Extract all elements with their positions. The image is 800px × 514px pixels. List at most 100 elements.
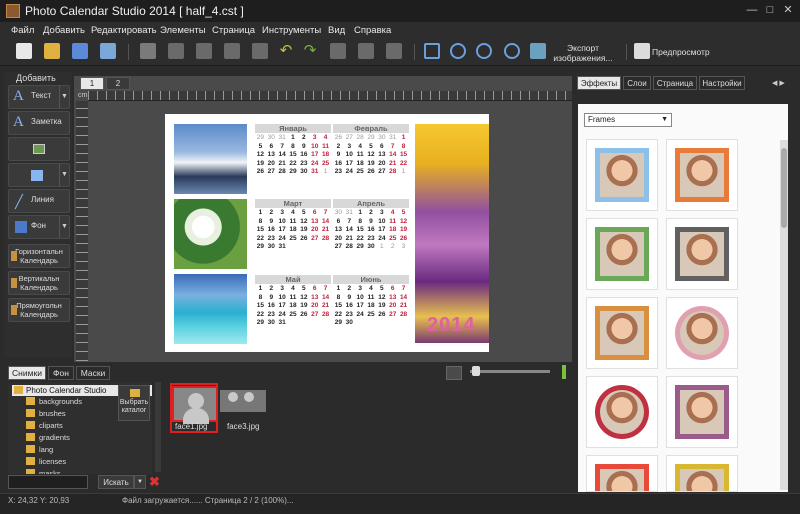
- export-image-button[interactable]: Экспорт изображения...: [548, 43, 618, 63]
- add-text-button[interactable]: A Текст ▼: [8, 85, 70, 109]
- year-label[interactable]: 2014: [427, 314, 476, 337]
- delete-icon[interactable]: [140, 43, 156, 59]
- add-background-label: Фон: [31, 221, 46, 230]
- save-icon[interactable]: [72, 43, 88, 59]
- bring-forward-icon[interactable]: [168, 43, 184, 59]
- add-image-icon[interactable]: [100, 43, 116, 59]
- tree-item[interactable]: gradients: [26, 432, 70, 444]
- slider-handle[interactable]: [472, 366, 480, 376]
- flowers-photo[interactable]: [415, 124, 489, 343]
- spring-photo[interactable]: [174, 199, 247, 269]
- month-name: Январь: [255, 124, 331, 133]
- frame-tile[interactable]: [586, 297, 658, 369]
- minimize-button[interactable]: —: [744, 3, 760, 17]
- add-background-button[interactable]: Фон ▼: [8, 215, 70, 239]
- menu-elements[interactable]: Элементы: [160, 25, 206, 36]
- tree-item[interactable]: masks: [26, 468, 61, 474]
- clear-search-icon[interactable]: ✖: [149, 475, 161, 489]
- winter-photo[interactable]: [174, 124, 247, 194]
- send-backward-icon[interactable]: [196, 43, 212, 59]
- frame-tile[interactable]: [586, 455, 658, 492]
- frame-tile[interactable]: [586, 218, 658, 290]
- tree-item[interactable]: cliparts: [26, 420, 63, 432]
- calendar-icon: [11, 305, 17, 315]
- summer-photo[interactable]: [174, 274, 247, 344]
- rect-calendar-button[interactable]: Прямоугольн Календарь: [8, 298, 70, 322]
- effect-category-select[interactable]: Frames ▼: [584, 113, 672, 127]
- tab-layers[interactable]: Слои: [623, 76, 651, 90]
- panel-nav-icon[interactable]: ◀ ▶: [772, 79, 785, 87]
- month-may[interactable]: Май 1 2 3 4 5 6 7 8 9 10 11 12 13 14 15 16 17 18 19 20 21 22 2…: [255, 275, 331, 328]
- month-april[interactable]: Апрель 30 31 1 2 3 4 5 6 7 8 9 10 11 12 13 14 15 16 17 18 19…: [333, 199, 409, 252]
- chevron-down-icon[interactable]: ▼: [59, 216, 69, 238]
- add-line-button[interactable]: ╱ Линия: [8, 189, 70, 213]
- menu-add[interactable]: Добавить: [43, 25, 85, 36]
- frame-tile[interactable]: [666, 376, 738, 448]
- thumbnail-size-slider[interactable]: [470, 370, 550, 373]
- tab-backgrounds[interactable]: Фон: [48, 366, 74, 380]
- menu-tools[interactable]: Инструменты: [262, 25, 321, 36]
- search-input[interactable]: [8, 475, 88, 489]
- menu-edit[interactable]: Редактировать: [91, 25, 157, 36]
- month-january[interactable]: Январь 29 30 31 1 2 3 4 5 6 7 8 9 10 11 12 13 14 15 16 17 18…: [255, 124, 331, 177]
- preview-button[interactable]: Предпросмотр: [652, 47, 710, 57]
- frame-tile[interactable]: [666, 455, 738, 492]
- menu-help[interactable]: Справка: [354, 25, 391, 36]
- frame-tile[interactable]: [586, 139, 658, 211]
- export-image-icon[interactable]: [530, 43, 546, 59]
- add-image-button[interactable]: [8, 137, 70, 161]
- add-shape-button[interactable]: ▼: [8, 163, 70, 187]
- horizontal-calendar-button[interactable]: Горизонтальн Календарь: [8, 244, 70, 268]
- day-cell: 28: [345, 243, 353, 251]
- align-middle-icon[interactable]: [358, 43, 374, 59]
- undo-icon[interactable]: ↶: [278, 43, 294, 59]
- tree-item[interactable]: licenses: [26, 456, 66, 468]
- distribute-icon[interactable]: [386, 43, 402, 59]
- fit-page-icon[interactable]: [424, 43, 440, 59]
- thumbnail-face3[interactable]: [220, 390, 266, 412]
- new-file-icon[interactable]: [16, 43, 32, 59]
- preview-icon[interactable]: [634, 43, 650, 59]
- tree-item[interactable]: lang: [26, 444, 53, 456]
- scrollbar-thumb[interactable]: [781, 148, 787, 228]
- tab-effects[interactable]: Эффекты: [577, 76, 621, 90]
- align-center-icon[interactable]: [330, 43, 346, 59]
- zoom-out-icon[interactable]: [476, 43, 492, 59]
- month-march[interactable]: Март 1 2 3 4 5 6 7 8 9 10 11 12 13 14 15 16 17 18 19 20 21 22…: [255, 199, 331, 252]
- tree-item[interactable]: backgrounds: [26, 396, 82, 408]
- chevron-down-icon[interactable]: ▼: [59, 164, 69, 186]
- close-button[interactable]: ✕: [780, 3, 796, 17]
- search-button[interactable]: Искать: [98, 475, 134, 489]
- tab-page[interactable]: Страница: [653, 76, 697, 90]
- open-folder-icon[interactable]: [44, 43, 60, 59]
- page-tab-2[interactable]: 2: [106, 77, 130, 90]
- tab-masks[interactable]: Маски: [76, 366, 110, 380]
- page-tab-1[interactable]: 1: [80, 77, 104, 90]
- bring-to-front-icon[interactable]: [224, 43, 240, 59]
- chevron-down-icon[interactable]: ▼: [134, 475, 146, 489]
- layout-icon[interactable]: [446, 366, 462, 380]
- tree-scrollbar[interactable]: [155, 382, 161, 472]
- frame-tile[interactable]: [586, 376, 658, 448]
- tree-item[interactable]: brushes: [26, 408, 66, 420]
- frame-tile[interactable]: [666, 218, 738, 290]
- redo-icon[interactable]: ↷: [302, 43, 318, 59]
- chevron-down-icon[interactable]: ▼: [59, 86, 69, 108]
- add-note-button[interactable]: A Заметка: [8, 111, 70, 135]
- frame-tile[interactable]: [666, 139, 738, 211]
- month-february[interactable]: Февраль 26 27 28 29 30 31 1 2 3 4 5 6 7 8 9 10 11 12 13 14 1…: [333, 124, 409, 177]
- select-folder-button[interactable]: Выбрать каталог: [118, 385, 150, 421]
- tab-photos[interactable]: Снимки: [8, 366, 46, 380]
- zoom-actual-icon[interactable]: [504, 43, 520, 59]
- menu-file[interactable]: Файл: [11, 25, 34, 36]
- menu-page[interactable]: Страница: [212, 25, 255, 36]
- folder-icon: [26, 469, 35, 474]
- menu-view[interactable]: Вид: [328, 25, 345, 36]
- maximize-button[interactable]: □: [762, 3, 778, 17]
- frame-tile[interactable]: [666, 297, 738, 369]
- zoom-in-icon[interactable]: [450, 43, 466, 59]
- vertical-calendar-button[interactable]: Вертикальн Календарь: [8, 271, 70, 295]
- month-june[interactable]: Июнь 1 2 3 4 5 6 7 8 9 10 11 12 13 14 15 16 17 18 19 20 21 22…: [333, 275, 409, 328]
- send-to-back-icon[interactable]: [252, 43, 268, 59]
- tab-settings[interactable]: Настройки: [699, 76, 745, 90]
